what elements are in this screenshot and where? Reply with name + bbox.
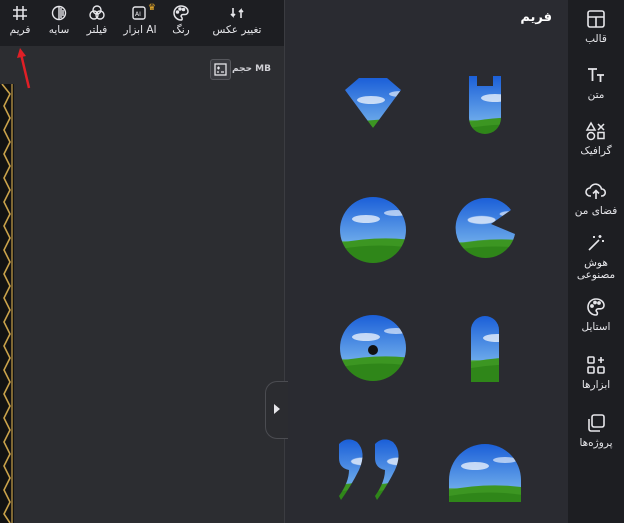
sidebar-item-label: متن [587, 89, 605, 101]
sidebar-item-label: پروژه‌ها [579, 437, 613, 449]
svg-text:AI: AI [135, 11, 141, 18]
swap-arrows-icon [230, 8, 244, 18]
sidebar-item-label: استایل [581, 321, 611, 333]
sidebar-item-my-space[interactable]: فضای من [568, 180, 624, 217]
projects-icon [588, 414, 605, 432]
sidebar-item-ai[interactable]: هوش مصنوعی [568, 232, 624, 281]
filter-button[interactable]: فیلتر [82, 4, 112, 36]
change-image-label: تغییر عکس [212, 24, 262, 36]
sidebar-item-tools[interactable]: ابزارها [568, 354, 624, 391]
ai-tools-button[interactable]: AI ♛ ابزار AI [122, 3, 158, 36]
frame-option-pacman[interactable] [445, 190, 525, 270]
sidebar-item-label: فضای من [574, 205, 618, 217]
tools-grid-icon [587, 356, 605, 374]
magic-wand-icon [588, 235, 604, 251]
frame-option-quote[interactable] [329, 430, 409, 510]
sidebar-item-label: هوش مصنوعی [576, 257, 616, 281]
frame-option-arch[interactable] [445, 308, 525, 388]
canvas-area [0, 46, 284, 523]
frame-tool-button[interactable]: فریم [6, 4, 34, 36]
sidebar-item-graphics[interactable]: گرافیک [568, 120, 624, 157]
canvas-frame-border [0, 84, 14, 523]
frame-icon [13, 6, 27, 20]
text-icon [588, 68, 604, 82]
size-icon[interactable] [210, 59, 231, 80]
panel-title: فریم [520, 10, 552, 25]
sidebar-item-text[interactable]: متن [568, 64, 624, 101]
crown-icon: ♛ [147, 3, 156, 13]
color-label: رنگ [172, 24, 190, 36]
frame-option-dome[interactable] [445, 430, 525, 510]
file-size-label: حجم MB [232, 64, 271, 74]
sidebar-item-label: گرافیک [580, 145, 612, 157]
ai-tools-label: ابزار AI [123, 24, 157, 36]
sidebar-item-label: ابزارها [581, 379, 611, 391]
frame-option-diamond[interactable] [333, 68, 413, 148]
template-icon [587, 10, 605, 28]
main-sidebar: قالب متن گرافیک فضای من هوش مصنوعی استای… [568, 0, 624, 523]
chevron-right-icon [274, 404, 280, 414]
frame-option-donut[interactable] [333, 308, 413, 388]
sidebar-item-label: قالب [585, 33, 607, 45]
image-toolbar: تغییر عکس رنگ AI ♛ ابزار AI فیلتر سایه ف… [0, 0, 284, 46]
shadow-button[interactable]: سایه [44, 4, 74, 36]
frame-option-circle[interactable] [333, 190, 413, 270]
sidebar-item-templates[interactable]: قالب [568, 8, 624, 45]
ai-image-icon: AI [132, 6, 146, 20]
color-button[interactable]: رنگ [166, 4, 196, 36]
change-image-button[interactable]: تغییر عکس [207, 4, 267, 36]
collapse-panel-button[interactable] [265, 381, 288, 439]
cloud-upload-icon [585, 183, 607, 199]
frame-tool-label: فریم [9, 24, 31, 36]
shadow-label: سایه [48, 24, 70, 36]
frames-panel: فریم [285, 0, 568, 523]
filter-icon [89, 5, 105, 20]
palette-icon [587, 298, 605, 316]
shapes-icon [585, 121, 605, 141]
filter-label: فیلتر [86, 24, 108, 36]
sidebar-item-style[interactable]: استایل [568, 296, 624, 333]
sidebar-item-projects[interactable]: پروژه‌ها [568, 412, 624, 449]
shadow-icon [51, 5, 67, 21]
frame-option-banner[interactable] [445, 68, 525, 148]
palette-icon [173, 5, 189, 21]
red-arrow-annotation [17, 48, 31, 89]
